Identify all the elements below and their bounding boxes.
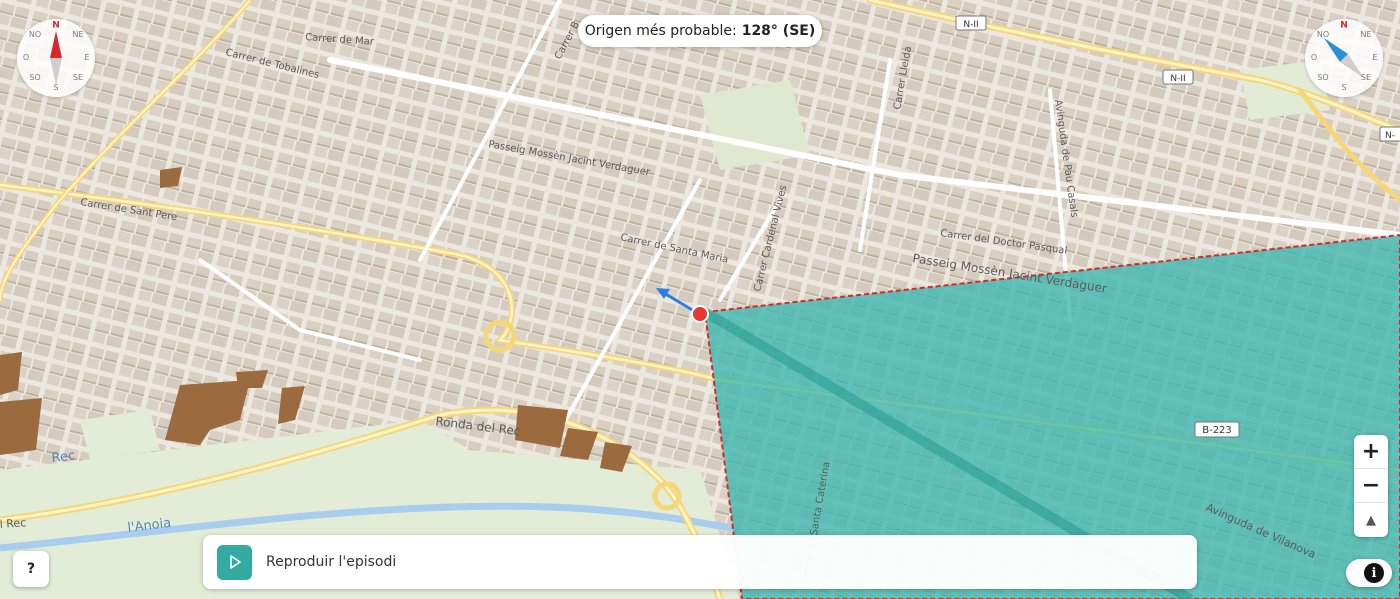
- road-shield-n2-b: N-II: [1170, 74, 1185, 84]
- origin-point[interactable]: [691, 305, 709, 323]
- road-shield-n2-a: N-II: [963, 20, 978, 30]
- episode-player: Reproduir l'episodi: [203, 535, 1197, 589]
- road-shield-n2-c: N-: [1385, 131, 1395, 141]
- play-icon: [229, 555, 241, 569]
- compass-right-no: NO: [1316, 30, 1330, 39]
- zoom-control: + − ▲: [1354, 435, 1388, 537]
- map-canvas[interactable]: N-II N-II N- B-223 Ronda del Rec l'Anoia…: [0, 0, 1400, 599]
- reset-north-button[interactable]: ▲: [1354, 503, 1388, 537]
- compass-left-so: SO: [29, 73, 41, 82]
- info-icon: i: [1364, 563, 1384, 583]
- zoom-in-button[interactable]: +: [1354, 435, 1388, 469]
- compass-right-so: SO: [1317, 73, 1329, 82]
- compass-right-o: O: [1310, 53, 1318, 62]
- compass-right-e: E: [1372, 53, 1378, 62]
- compass-right-n: N: [1340, 20, 1348, 31]
- zoom-out-button[interactable]: −: [1354, 469, 1388, 503]
- heading-pill: Origen més probable: 128° (SE): [578, 15, 822, 47]
- compass-left-n: N: [52, 20, 60, 31]
- compass-left-no: NO: [28, 30, 42, 39]
- compass-left-se: SE: [72, 73, 84, 82]
- label-rec-bottom: l Rec: [0, 516, 27, 531]
- compass-left-e: E: [84, 53, 90, 62]
- map-svg: N-II N-II N- B-223 Ronda del Rec l'Anoia…: [0, 0, 1400, 599]
- compass-right[interactable]: N NE E SE S SO O NO: [1305, 19, 1383, 97]
- road-shield-b223: B-223: [1202, 425, 1232, 436]
- player-label: Reproduir l'episodi: [266, 554, 397, 570]
- play-button[interactable]: [217, 544, 252, 580]
- compass-left-o: O: [22, 53, 30, 62]
- compass-right-s: S: [1341, 83, 1347, 92]
- compass-right-se: SE: [1360, 73, 1372, 82]
- heading-label: Origen més probable:: [584, 23, 737, 39]
- label-rec: Rec: [51, 449, 76, 466]
- info-button[interactable]: i: [1346, 559, 1392, 587]
- compass-left[interactable]: N NE E SE S SO O NO: [17, 19, 95, 97]
- heading-value: 128° (SE): [741, 23, 816, 39]
- compass-left-ne: NE: [72, 30, 84, 39]
- help-button[interactable]: ?: [13, 551, 49, 587]
- compass-right-ne: NE: [1360, 30, 1372, 39]
- compass-left-s: S: [53, 83, 59, 92]
